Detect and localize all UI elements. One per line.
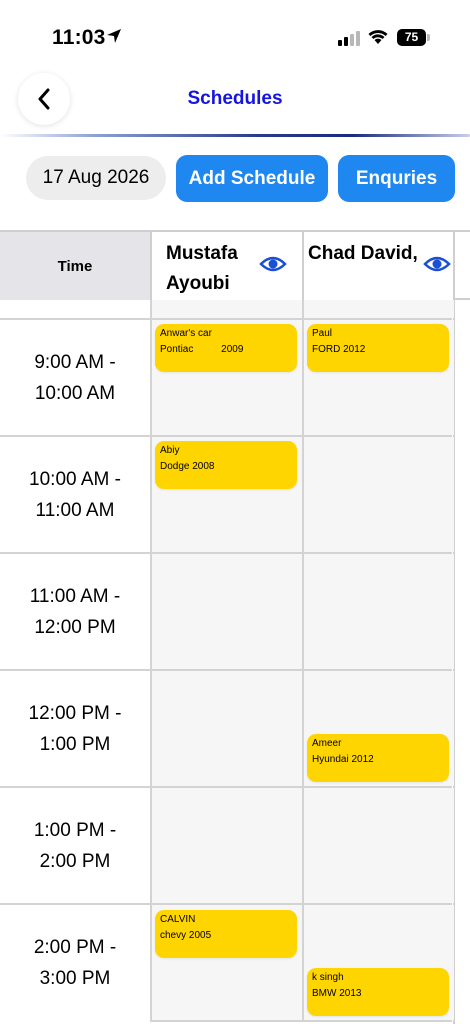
add-schedule-button[interactable]: Add Schedule bbox=[176, 155, 328, 202]
appointment-card[interactable]: Ameer Hyundai 2012 bbox=[307, 734, 449, 782]
wifi-icon bbox=[368, 30, 388, 44]
time-column-header: Time bbox=[0, 232, 150, 300]
time-row: 11:00 AM -12:00 PM bbox=[0, 554, 454, 671]
column-name: Chad David, Na... bbox=[308, 243, 423, 264]
schedule-grid[interactable]: Time Mustafa Ayoubi Chad David, Na... 9:… bbox=[0, 230, 470, 1024]
battery-level: 75 bbox=[397, 29, 426, 46]
grid-top-strip bbox=[0, 300, 454, 320]
column-name: Mustafa Ayoubi bbox=[166, 243, 238, 294]
schedule-cell[interactable] bbox=[150, 788, 302, 903]
column-header-mustafa: Mustafa Ayoubi bbox=[150, 232, 302, 300]
appointment-card[interactable]: Paul FORD 2012 bbox=[307, 324, 449, 372]
appointment-card[interactable]: Abiy Dodge 2008 bbox=[155, 441, 297, 489]
time-slot-label: 1:00 PM -2:00 PM bbox=[33, 819, 117, 872]
appointment-card[interactable]: CALVIN chevy 2005 bbox=[155, 910, 297, 958]
status-bar: 11:03 75 bbox=[0, 0, 470, 70]
appointment-card[interactable]: k singh BMW 2013 bbox=[307, 968, 449, 1016]
time-slot-label: 10:00 AM -11:00 AM bbox=[29, 468, 121, 521]
schedule-cell[interactable] bbox=[302, 554, 454, 669]
grid-header: Time Mustafa Ayoubi Chad David, Na... bbox=[0, 230, 470, 300]
status-time: 11:03 bbox=[52, 26, 106, 49]
time-row: 1:00 PM -2:00 PM bbox=[0, 788, 454, 905]
page-title: Schedules bbox=[187, 88, 283, 109]
schedule-cell[interactable] bbox=[302, 437, 454, 552]
schedule-cell[interactable] bbox=[150, 554, 302, 669]
cellular-signal-icon bbox=[338, 30, 360, 46]
location-arrow-icon bbox=[107, 29, 121, 43]
time-slot-label: 12:00 PM -1:00 PM bbox=[28, 702, 122, 755]
enquiries-button[interactable]: Enquries bbox=[338, 155, 455, 202]
schedule-cell[interactable] bbox=[302, 788, 454, 903]
nav-divider bbox=[0, 134, 470, 137]
time-slot-label: 11:00 AM -12:00 PM bbox=[29, 585, 121, 638]
date-picker[interactable]: 17 Aug 2026 bbox=[26, 156, 166, 200]
time-slot-label: 9:00 AM -10:00 AM bbox=[34, 351, 116, 404]
toolbar: 17 Aug 2026 Add Schedule Enquries bbox=[0, 150, 470, 210]
schedule-cell[interactable] bbox=[150, 671, 302, 786]
column-header-chad: Chad David, Na... bbox=[302, 232, 454, 300]
eye-icon[interactable] bbox=[259, 254, 287, 274]
grid-body: 9:00 AM -10:00 AM 10:00 AM -11:00 AM 11:… bbox=[0, 300, 470, 1024]
eye-icon[interactable] bbox=[423, 254, 451, 274]
battery-icon: 75 bbox=[397, 29, 430, 46]
appointment-card[interactable]: Anwar's car Pontiac 2009 bbox=[155, 324, 297, 372]
bottom-fade bbox=[0, 985, 150, 1024]
nav-bar: Schedules bbox=[0, 70, 470, 138]
